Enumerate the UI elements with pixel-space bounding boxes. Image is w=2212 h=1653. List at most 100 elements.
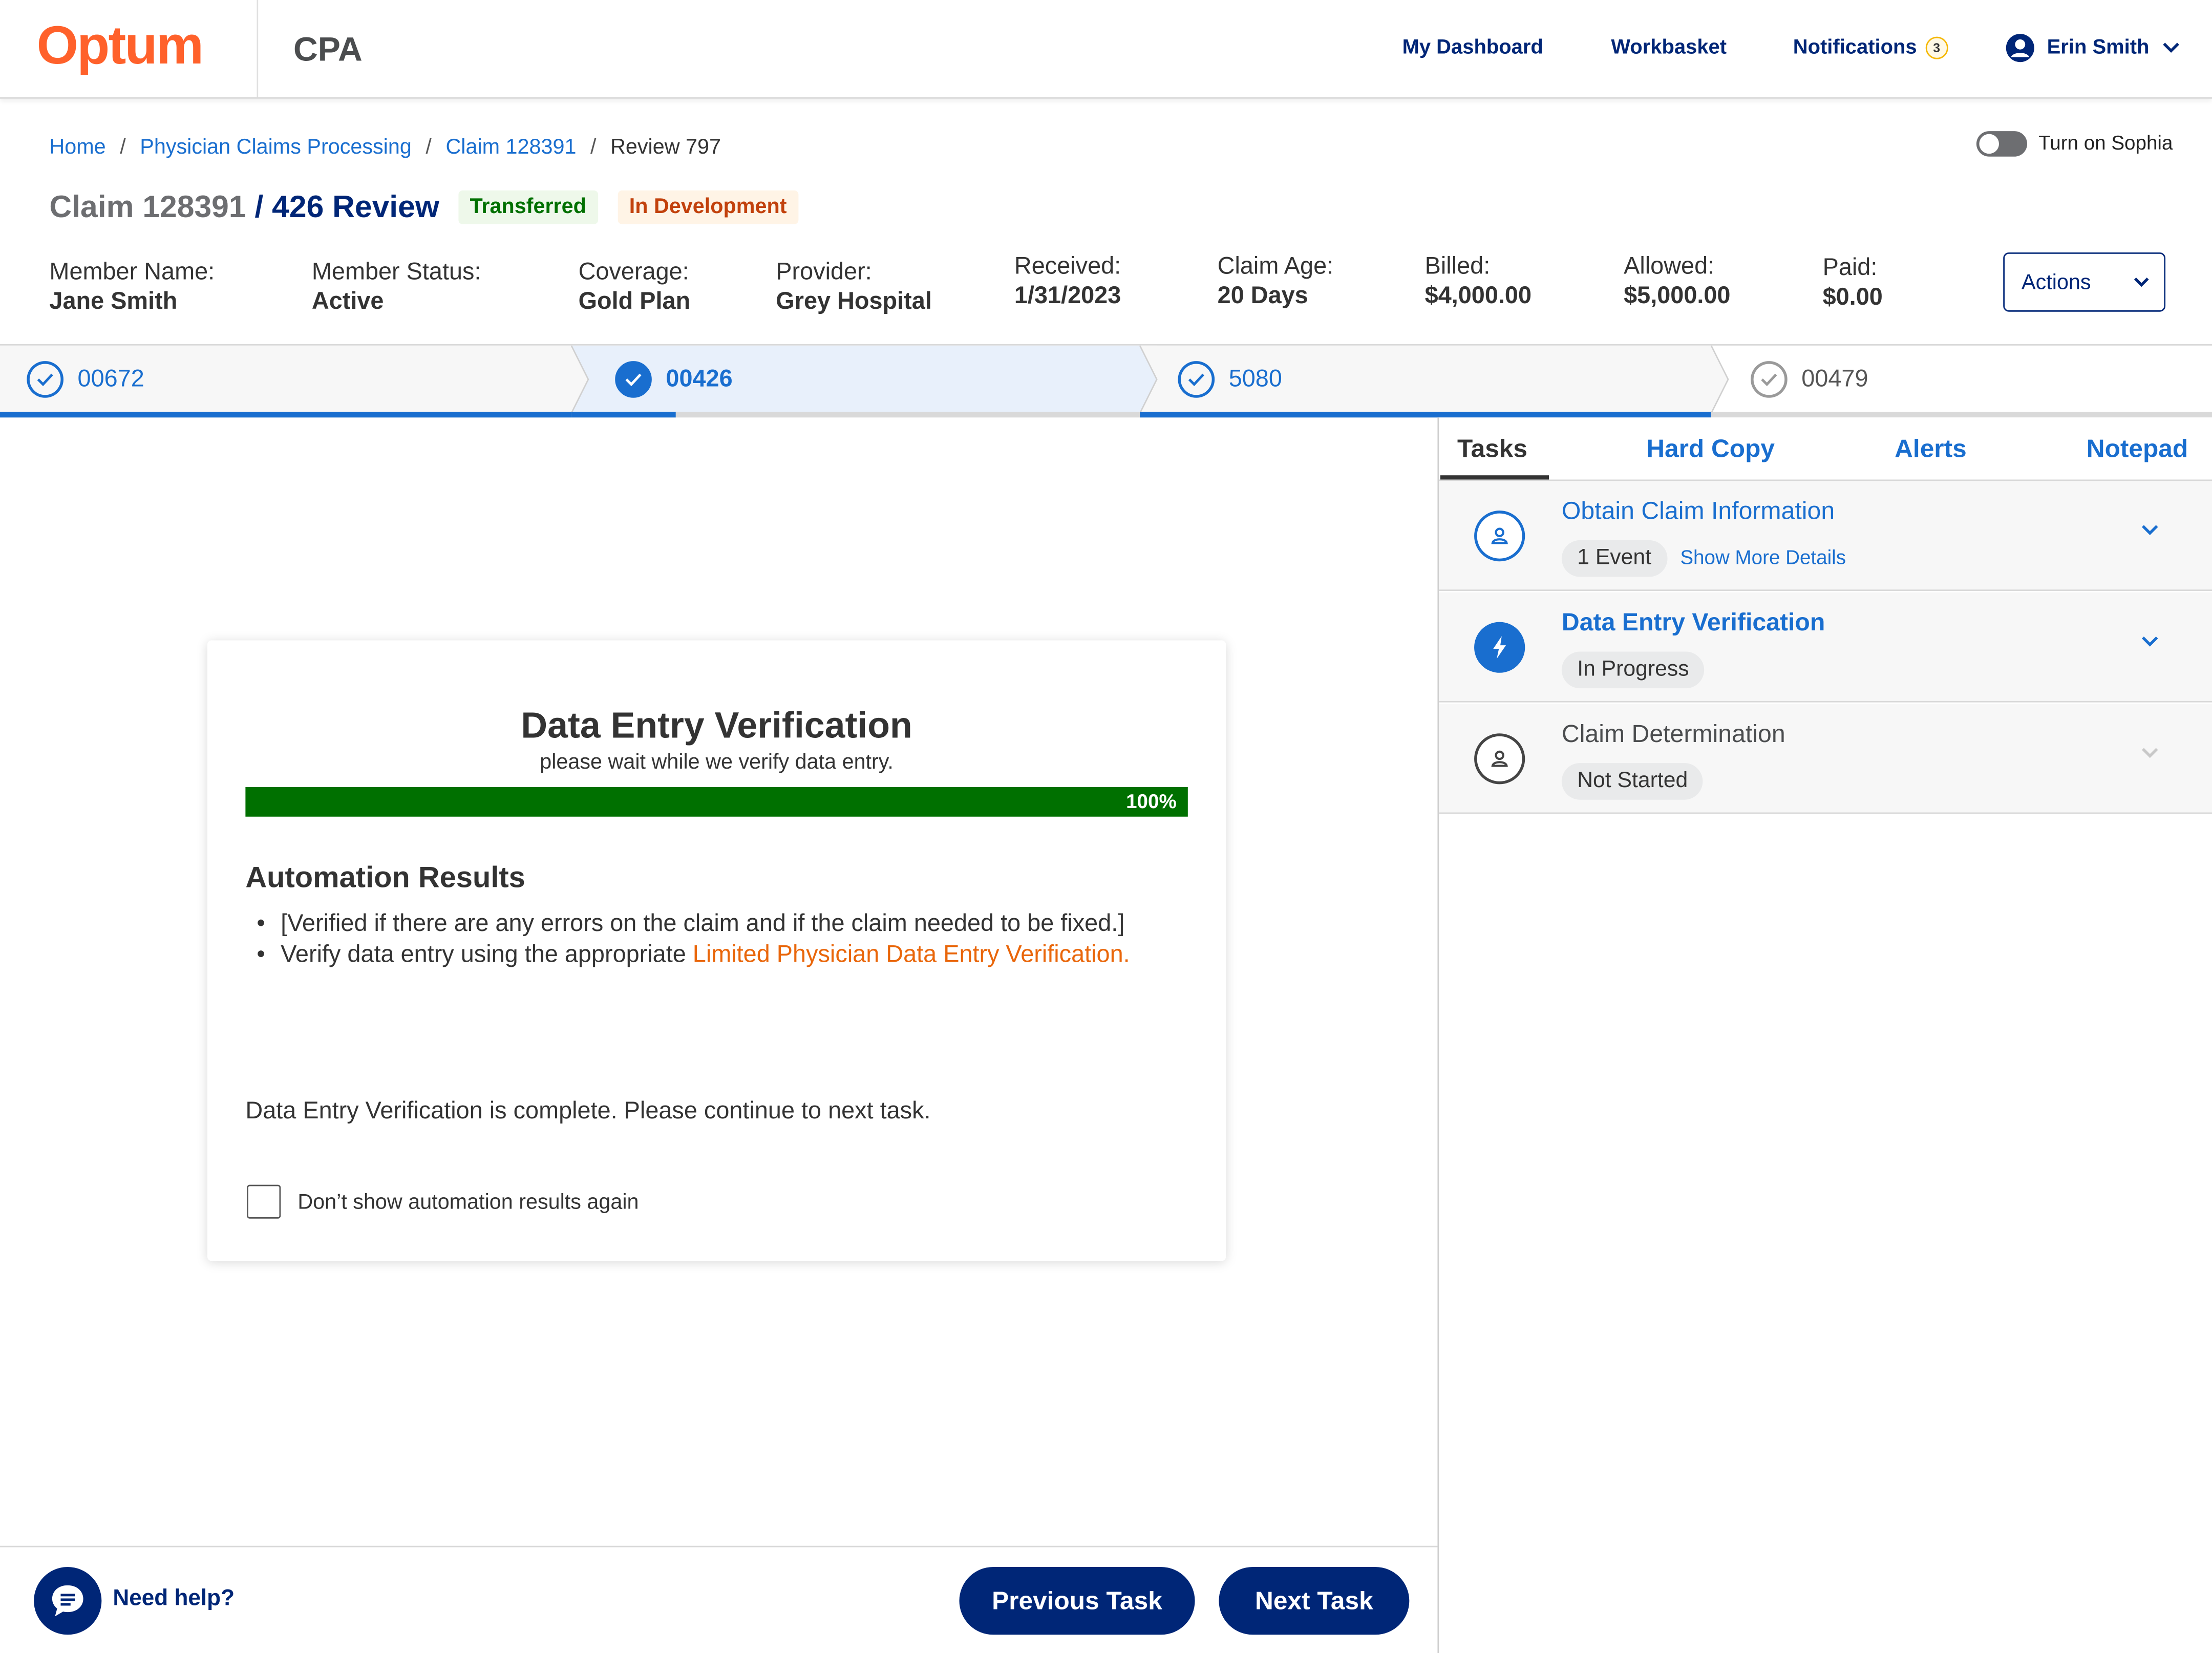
nav-my-dashboard[interactable]: My Dashboard [1402,37,1543,59]
task-data-entry-verification[interactable]: Data Entry Verification In Progress [1439,592,2212,703]
chevron-down-icon[interactable] [2140,523,2160,538]
bullet-text: Verify data entry using the appropriate [281,941,693,968]
task-title: Obtain Claim Information [1561,496,1835,525]
field-label: Claim Age: [1217,252,1334,280]
tasks-panel: Tasks Hard Copy Alerts Notepad Obtain Cl… [1437,417,2212,1653]
field-label: Coverage: [578,258,689,285]
breadcrumb-separator: / [590,135,597,160]
field-value: $5,000.00 [1624,282,1731,309]
field-label: Received: [1014,252,1121,280]
step-00479[interactable]: 00479 [1751,346,1868,413]
step-00672[interactable]: 00672 [27,346,144,413]
task-claim-determination[interactable]: Claim Determination Not Started [1439,704,2212,814]
list-item: • Verify data entry using the appropriate… [257,941,1130,968]
need-help-link[interactable]: Need help? [113,1587,235,1613]
field-value: 20 Days [1217,282,1308,309]
step-00426[interactable]: 00426 [615,346,733,413]
page-title: Claim 128391 / 426 Review [49,189,439,226]
field-value: Active [311,287,384,315]
chevron-down-icon[interactable] [2140,746,2160,760]
breadcrumb-claim[interactable]: Claim 128391 [445,135,576,159]
actions-dropdown[interactable]: Actions [2003,252,2166,312]
task-title: Data Entry Verification [1561,608,1825,637]
show-more-details-link[interactable]: Show More Details [1680,546,1846,568]
breadcrumb-separator: / [426,135,432,160]
field-billed: Billed: $4,000.00 [1425,252,1532,310]
automation-results-list: • [Verified if there are any errors on th… [257,908,1130,970]
dont-show-again-checkbox[interactable] [247,1184,281,1219]
sophia-toggle[interactable] [1976,131,2028,157]
tab-alerts[interactable]: Alerts [1895,434,1967,464]
progress-bar: 100% [245,787,1188,817]
breadcrumb-home[interactable]: Home [49,135,105,159]
notifications-label: Notifications [1793,36,1917,59]
actions-label: Actions [2022,270,2091,294]
task-status-chip: In Progress [1561,651,1705,689]
previous-task-button[interactable]: Previous Task [959,1567,1195,1635]
chat-help-button[interactable] [34,1567,102,1635]
task-obtain-claim-information[interactable]: Obtain Claim Information 1 Event Show Mo… [1439,481,2212,591]
user-avatar-icon [2006,34,2034,62]
tab-hard-copy[interactable]: Hard Copy [1646,434,1775,464]
field-provider: Provider: Grey Hospital [776,258,932,316]
field-value: $0.00 [1822,283,1883,310]
task-event-chip: 1 Event [1561,540,1667,577]
footer-divider [0,1545,1438,1548]
progress-label: 100% [1126,790,1177,813]
automation-results-title: Automation Results [245,861,525,895]
field-label: Provider: [776,258,872,285]
field-label: Paid: [1822,253,1878,281]
user-name: Erin Smith [2047,36,2150,59]
claim-number: Claim 128391 [49,189,246,224]
claim-review: / 426 Review [254,189,440,224]
header-divider [257,0,259,98]
review-stepper: 00672 00426 5080 00479 [0,344,2212,419]
field-claim-age: Claim Age: 20 Days [1218,252,1333,310]
optum-logo[interactable]: Optum [37,17,204,77]
limited-physician-verification-link[interactable]: Limited Physician Data Entry Verificatio… [693,941,1130,967]
user-icon [1474,511,1525,562]
nav-notifications[interactable]: Notifications 3 [1793,36,1948,59]
field-label: Billed: [1424,252,1491,280]
app-name: CPA [293,31,363,69]
field-member-status: Member Status: Active [312,258,481,316]
next-task-button[interactable]: Next Task [1219,1567,1410,1635]
field-label: Member Status: [311,258,481,285]
list-item: • [Verified if there are any errors on th… [257,909,1125,937]
tab-notepad[interactable]: Notepad [2087,434,2188,464]
top-navigation-bar: Optum CPA My Dashboard Workbasket Notifi… [0,0,2212,99]
chevron-down-icon [2134,278,2150,287]
check-circle-icon [1751,361,1788,398]
user-icon [1474,733,1525,785]
breadcrumb-physician-claims[interactable]: Physician Claims Processing [140,135,412,159]
active-tab-indicator [1440,475,1549,480]
user-menu[interactable]: Erin Smith [2005,32,2180,63]
field-coverage: Coverage: Gold Plan [579,258,691,316]
chevron-down-icon[interactable] [2140,634,2160,649]
stepper-background [0,345,2212,418]
completion-message: Data Entry Verification is complete. Ple… [245,1097,931,1125]
breadcrumb-separator: / [120,135,126,160]
notifications-count-badge: 3 [1925,36,1948,59]
progress-fill [245,787,1188,817]
field-paid: Paid: $0.00 [1823,254,1883,312]
task-status-chip: Not Started [1561,763,1704,800]
step-5080[interactable]: 5080 [1178,346,1282,413]
sophia-toggle-label: Turn on Sophia [2038,131,2173,154]
field-value: $4,000.00 [1424,282,1532,309]
tab-tasks[interactable]: Tasks [1457,434,1527,464]
field-allowed: Allowed: $5,000.00 [1624,252,1730,310]
breadcrumb: Home / Physician Claims Processing / Claim 1… [49,135,721,159]
checkbox-label: Don’t show automation results again [297,1190,639,1215]
step-label: 00426 [666,365,733,392]
verification-card: Data Entry Verification please wait whil… [207,640,1226,1261]
nav-workbasket[interactable]: Workbasket [1611,37,1727,59]
field-value: Grey Hospital [776,287,932,315]
chat-bubble-icon [52,1585,83,1617]
breadcrumb-current: Review 797 [610,135,721,160]
field-member-name: Member Name: Jane Smith [49,258,215,316]
check-circle-icon [27,361,63,398]
status-badge-transferred: Transferred [458,190,598,224]
step-label: 00479 [1801,365,1868,392]
chevron-down-icon [2162,43,2179,53]
